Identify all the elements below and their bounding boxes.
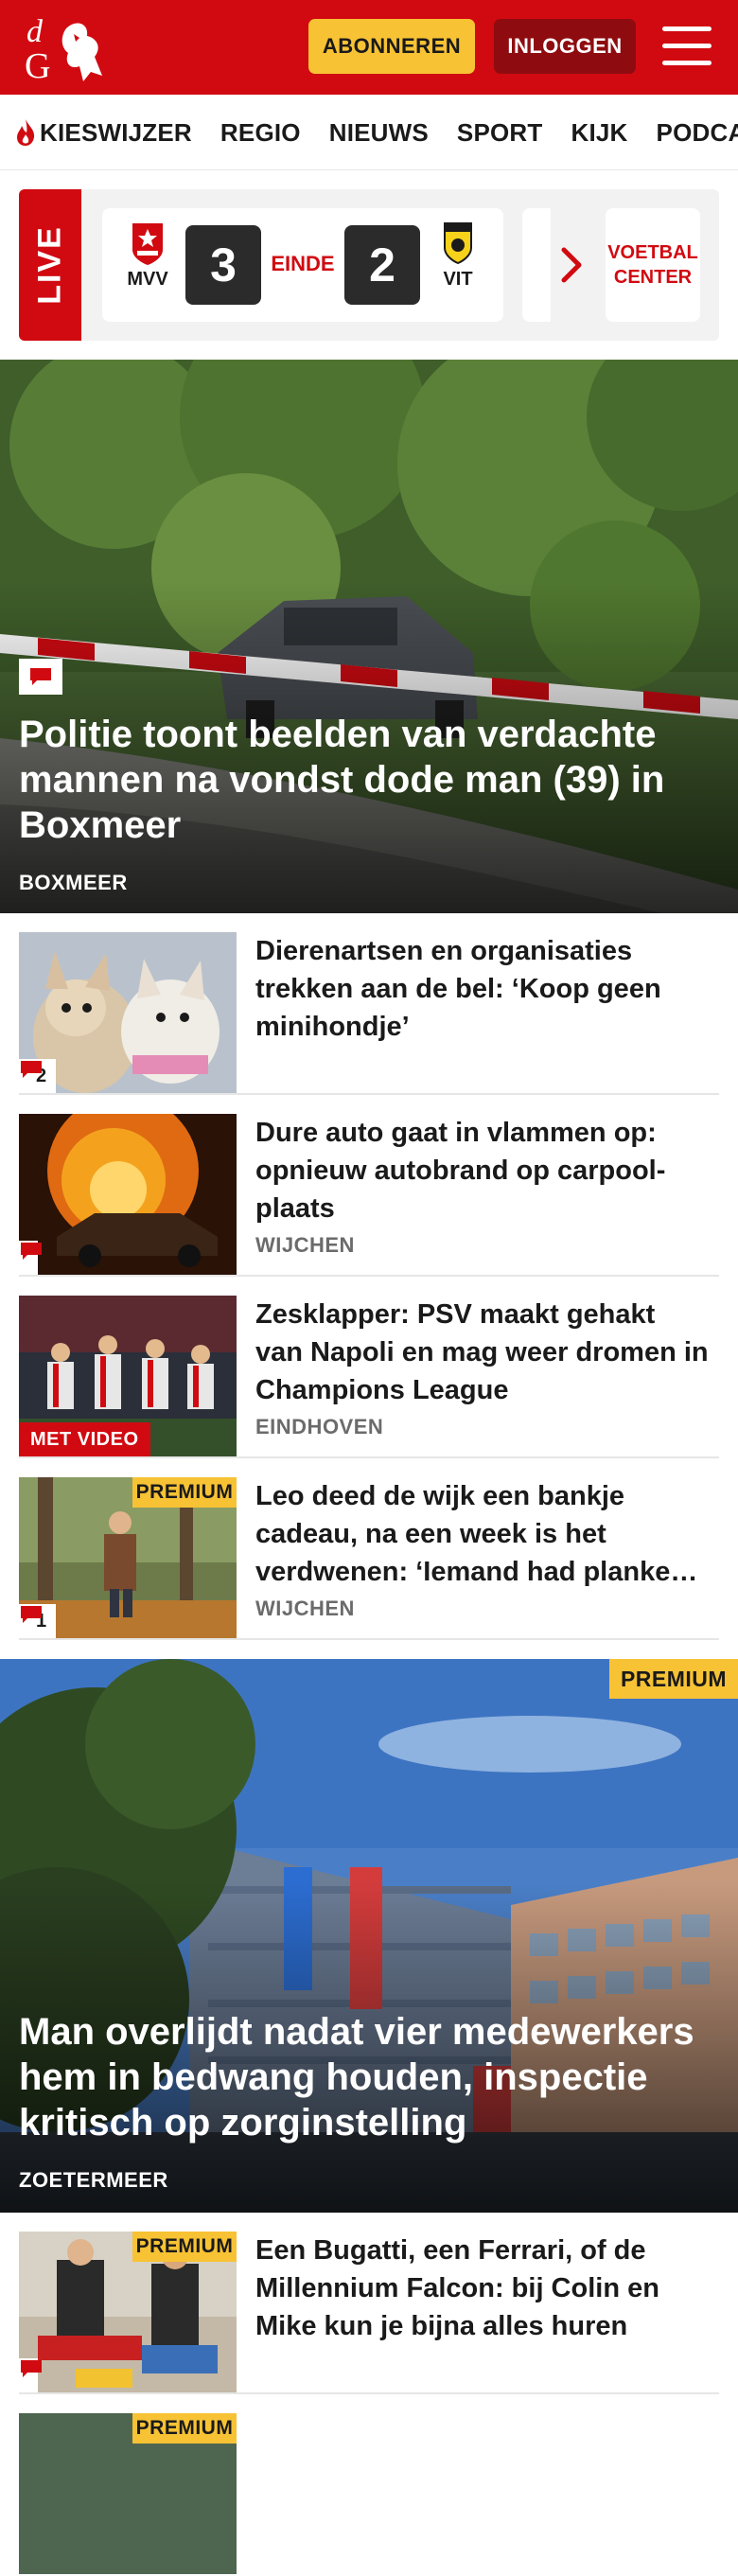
nav-item-podcast[interactable]: PODCAS (657, 118, 738, 148)
comment-icon (21, 1061, 42, 1078)
list-item[interactable]: PREMIUM 1 Leo deed de wijk een bankje ca… (19, 1458, 719, 1640)
home-club-code: MVV (127, 269, 168, 290)
nav-item-regio[interactable]: REGIO (220, 118, 301, 148)
nav-item-label: KIJK (571, 117, 628, 147)
site-logo[interactable]: d G (21, 9, 115, 85)
article-title: Zesklapper: PSV maakt gehakt van Napoli … (255, 1299, 709, 1405)
article-thumbnail: PREMIUM (19, 2413, 237, 2574)
comment-badge (19, 659, 62, 695)
site-header: d G ABONNEREN INLOGGEN (0, 0, 738, 95)
comment-count-badge: 2 (19, 1059, 57, 1093)
hero-article[interactable]: Politie toont beelden van verdachte mann… (0, 360, 738, 913)
article-thumbnail: PREMIUM 1 (19, 1477, 237, 1638)
section-nav: KIESWIJZER REGIO NIEUWS SPORT KIJK PODCA… (0, 95, 738, 170)
login-button[interactable]: INLOGGEN (494, 19, 636, 74)
article-thumbnail: PREMIUM (19, 2232, 237, 2392)
hamburger-menu-icon[interactable] (662, 25, 712, 68)
mvv-crest-icon (132, 223, 163, 265)
nav-item-kieswijzer[interactable]: KIESWIJZER (15, 118, 192, 148)
hero-article[interactable]: PREMIUM Man overlijdt nadat vier medewer… (0, 1659, 738, 2213)
comment-badge (19, 1241, 42, 1275)
away-score: 2 (344, 225, 420, 305)
home-club: MVV (119, 221, 176, 291)
comment-icon (21, 1606, 42, 1623)
hero-location: ZOETERMEER (19, 2168, 168, 2192)
next-match-card[interactable] (522, 208, 551, 322)
premium-badge: PREMIUM (132, 2413, 237, 2444)
article-location: WIJCHEN (255, 1597, 355, 1620)
match-card[interactable]: MVV 3 EINDE 2 VIT (102, 208, 503, 322)
away-club: VIT (430, 221, 486, 291)
article-title: Dierenartsen en organisaties trekken aan… (255, 936, 661, 1042)
chevron-right-icon[interactable] (558, 244, 587, 286)
away-club-code: VIT (443, 269, 473, 290)
hero-location: BOXMEER (19, 871, 128, 894)
svg-text:G: G (25, 46, 50, 85)
list-item[interactable]: PREMIUM (19, 2394, 719, 2576)
article-thumbnail: 2 (19, 932, 237, 1093)
premium-badge: PREMIUM (132, 2232, 237, 2262)
article-title: Leo deed de wijk een bankje cadeau, na e… (255, 1481, 698, 1587)
article-thumbnail: MET VIDEO (19, 1296, 237, 1456)
nav-item-kijk[interactable]: KIJK (571, 118, 628, 148)
article-thumbnail (19, 1114, 237, 1275)
subscribe-button[interactable]: ABONNEREN (308, 19, 475, 74)
article-location: WIJCHEN (255, 1233, 355, 1257)
video-badge: MET VIDEO (19, 1422, 150, 1456)
article-title: Dure auto gaat in vlammen op: opnieuw au… (255, 1118, 666, 1224)
comment-badge (19, 2358, 42, 2392)
hero-title: Politie toont beelden van verdachte mann… (19, 714, 665, 846)
nav-item-sport[interactable]: SPORT (457, 118, 543, 148)
article-location: EINDHOVEN (255, 1415, 384, 1438)
home-score: 3 (185, 225, 261, 305)
nav-item-label: REGIO (220, 117, 301, 147)
nav-item-nieuws[interactable]: NIEUWS (329, 118, 429, 148)
premium-badge: PREMIUM (609, 1659, 738, 1699)
list-item[interactable]: MET VIDEO Zesklapper: PSV maakt gehakt v… (19, 1277, 719, 1458)
list-item[interactable]: PREMIUM Een Bugatti, een Ferrari, of de … (19, 2213, 719, 2394)
nav-item-label: KIESWIJZER (40, 117, 192, 147)
nav-item-label: NIEUWS (328, 117, 429, 147)
match-status: EINDE (271, 252, 335, 275)
live-tag: LIVE (19, 189, 81, 341)
comment-icon (21, 1243, 42, 1260)
vitesse-crest-icon (444, 222, 472, 265)
svg-text:d: d (26, 14, 44, 49)
flame-icon (17, 119, 35, 146)
list-item[interactable]: 2 Dierenartsen en organisaties trekken a… (19, 913, 719, 1095)
premium-badge: PREMIUM (132, 1477, 237, 1508)
comment-icon (30, 668, 51, 685)
nav-item-label: SPORT (456, 117, 543, 147)
article-title: Een Bugatti, een Ferrari, of de Millenni… (255, 2235, 659, 2341)
live-scores-widget: LIVE MVV 3 EINDE 2 VIT VOETBAL CENTER (19, 189, 719, 341)
comment-count-badge: 1 (19, 1604, 57, 1638)
comment-icon (21, 2360, 42, 2377)
hero-title: Man overlijdt nadat vier medewerkers hem… (19, 2011, 694, 2144)
nav-item-label: PODCAS (656, 117, 738, 147)
list-item[interactable]: Dure auto gaat in vlammen op: opnieuw au… (19, 1095, 719, 1277)
voetbal-center-button[interactable]: VOETBAL CENTER (606, 208, 700, 322)
